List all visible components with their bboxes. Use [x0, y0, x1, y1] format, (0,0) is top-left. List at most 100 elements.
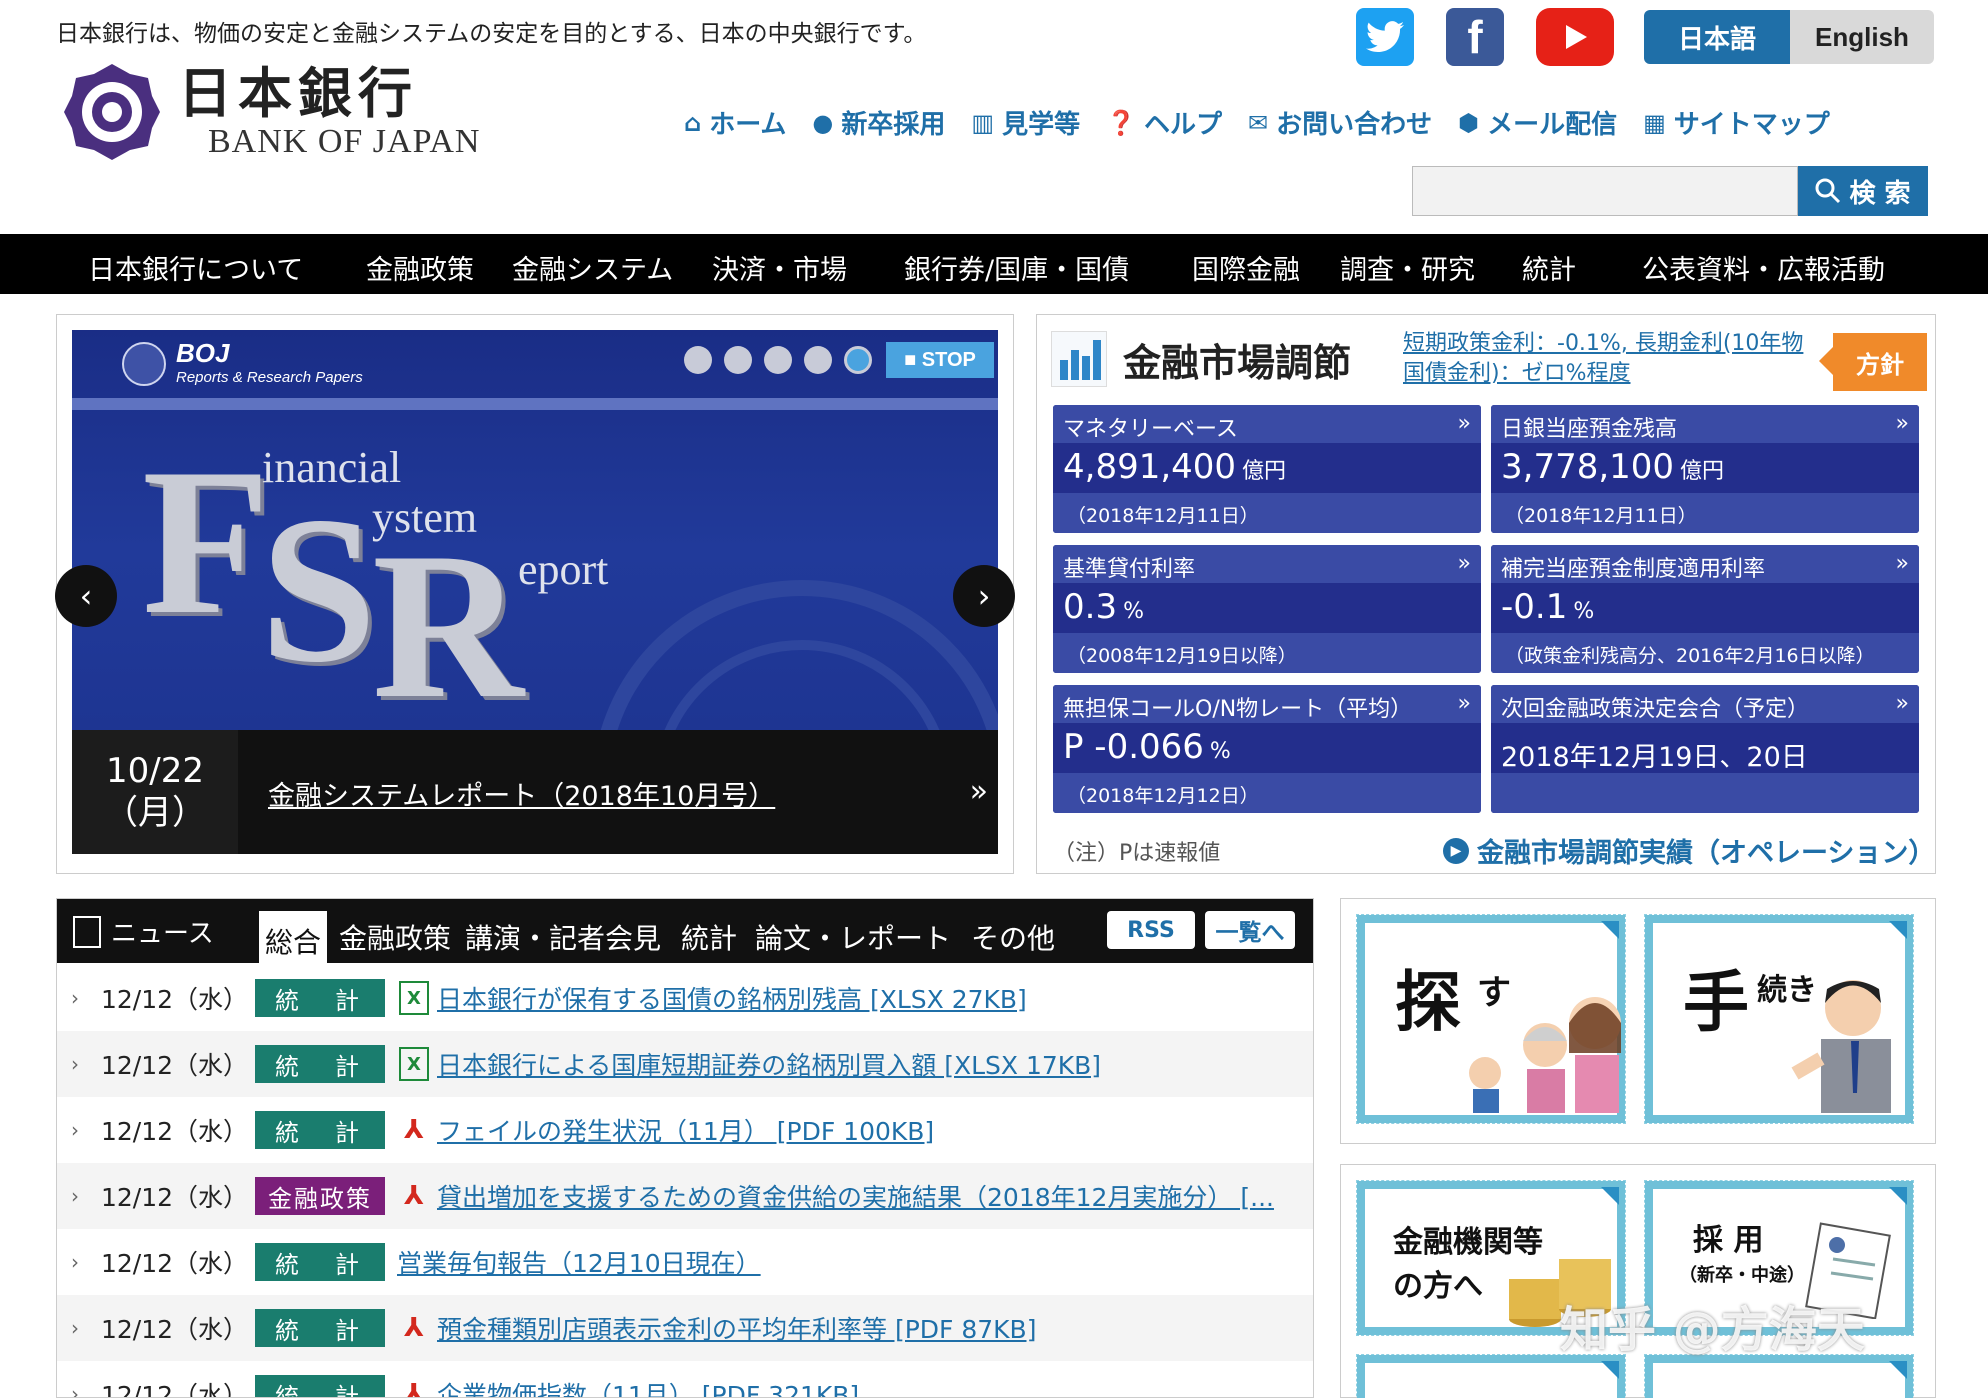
corner-mark: [1889, 1187, 1907, 1205]
util-recruit-link[interactable]: ● 新卒採用: [812, 104, 945, 141]
procedures-promo-card[interactable]: 手 続き: [1644, 914, 1914, 1124]
nav-research[interactable]: 調査・研究: [1340, 248, 1475, 287]
nav-about[interactable]: 日本銀行について: [88, 248, 303, 287]
news-link[interactable]: 企業物価指数（11月） [PDF 321KB]: [437, 1376, 859, 1397]
caption-title-link[interactable]: 金融システムレポート（2018年10月号）: [268, 774, 775, 854]
businessman-illustration-icon: [1791, 980, 1891, 1113]
news-link[interactable]: フェイルの発生状況（11月） [PDF 100KB]: [437, 1112, 934, 1148]
double-chevron-icon: »: [1895, 411, 1909, 436]
carousel-dot-active[interactable]: [844, 346, 872, 374]
news-row[interactable]: › 12/12（水） 統 計 ⅄ 預金種類別店頭表示金利の平均年利率等 [PDF…: [57, 1295, 1313, 1361]
nav-monetary-policy[interactable]: 金融政策: [366, 248, 474, 287]
excel-file-icon: X: [399, 981, 429, 1015]
zhihu-watermark: 知乎 @方海天: [1560, 1302, 1865, 1358]
nav-banknotes-jgb[interactable]: 銀行券/国庫・国債: [904, 248, 1129, 287]
pdf-file-icon: ⅄: [404, 1379, 424, 1398]
facebook-icon[interactable]: f: [1446, 8, 1504, 66]
policy-rate-link[interactable]: 短期政策金利：-0.1%, 長期金利(10年物国債金利)：ゼロ%程度: [1403, 329, 1823, 389]
nav-payment-markets[interactable]: 決済・市場: [712, 248, 847, 287]
double-chevron-icon: »: [1457, 691, 1471, 716]
news-row[interactable]: › 12/12（水） 金融政策 ⅄ 貸出増加を支援するための資金供給の実施結果（…: [57, 1163, 1313, 1229]
search-input[interactable]: [1412, 166, 1798, 216]
youtube-icon[interactable]: [1536, 8, 1614, 66]
news-row[interactable]: › 12/12（水） 統 計 ⅄ 企業物価指数（11月） [PDF 321KB]: [57, 1361, 1313, 1398]
tile-next-meeting[interactable]: 次回金融政策決定会合（予定）» 2018年12月19日、20日: [1491, 685, 1919, 813]
carousel-next-button[interactable]: ›: [953, 565, 1015, 627]
view-all-button[interactable]: 一覧へ: [1205, 911, 1295, 949]
family-illustration-icon: [1469, 997, 1621, 1113]
market-operations-panel: 金融市場調節 短期政策金利：-0.1%, 長期金利(10年物国債金利)：ゼロ%程…: [1036, 314, 1936, 874]
tile-complementary-rate[interactable]: 補完当座預金制度適用利率» -0.1% （政策金利残高分、2016年2月16日以…: [1491, 545, 1919, 673]
news-row[interactable]: › 12/12（水） 統 計 X 日本銀行が保有する国債の銘柄別残高 [XLSX…: [57, 965, 1313, 1031]
nav-financial-system[interactable]: 金融システム: [512, 248, 673, 287]
news-tab-other[interactable]: その他: [967, 913, 1059, 961]
carousel-slide[interactable]: BOJ Reports & Research Papers ■ STOP F i…: [72, 330, 998, 730]
util-mail-delivery-link[interactable]: ⬢ メール配信: [1458, 104, 1617, 141]
market-header: 金融市場調節: [1051, 331, 1351, 387]
news-row[interactable]: › 12/12（水） 統 計 営業毎旬報告（12月10日現在）: [57, 1229, 1313, 1295]
twitter-icon[interactable]: [1356, 8, 1414, 66]
news-link[interactable]: 営業毎旬報告（12月10日現在）: [397, 1244, 761, 1280]
carousel-prev-button[interactable]: ‹: [55, 565, 117, 627]
news-tab-statistics[interactable]: 統計: [677, 913, 741, 961]
chevron-right-icon: ›: [71, 1184, 79, 1208]
chevron-right-icon: ›: [71, 1250, 79, 1274]
promo-card[interactable]: [1356, 1354, 1626, 1398]
util-help-link[interactable]: ❓ ヘルプ: [1106, 104, 1222, 141]
news-row[interactable]: › 12/12（水） 統 計 ⅄ フェイルの発生状況（11月） [PDF 100…: [57, 1097, 1313, 1163]
double-chevron-icon: »: [1457, 551, 1471, 576]
tile-basic-loan-rate[interactable]: 基準貸付利率» 0.3% （2008年12月19日以降）: [1053, 545, 1481, 673]
box-icon: ⬢: [1458, 108, 1480, 137]
boj-logo[interactable]: 日本銀行 BANK OF JAPAN: [60, 60, 480, 164]
slide-letter-r: R: [372, 510, 524, 730]
util-visit-link[interactable]: ▥ 見学等: [971, 104, 1080, 141]
tile-current-account[interactable]: 日銀当座預金残高» 3,778,100 億円 （2018年12月11日）: [1491, 405, 1919, 533]
nav-statistics[interactable]: 統計: [1522, 248, 1576, 287]
slide-stripe: [72, 398, 998, 410]
tile-monetary-base[interactable]: マネタリーベース» 4,891,400 億円 （2018年12月11日）: [1053, 405, 1481, 533]
promo-card[interactable]: [1644, 1354, 1914, 1398]
main-nav: 日本銀行について 金融政策 金融システム 決済・市場 銀行券/国庫・国債 国際金…: [0, 234, 1988, 294]
news-tab-monetary-policy[interactable]: 金融政策: [335, 913, 455, 961]
carousel-stop-button[interactable]: ■ STOP: [886, 342, 994, 378]
help-icon: ❓: [1106, 108, 1136, 137]
promo-box-bottom: 金融機関等 の方へ 採 用 （新卒・中途）: [1340, 1164, 1936, 1398]
operation-results-link[interactable]: ▶ 金融市場調節実績（オペレーション）: [1443, 831, 1935, 870]
corner-mark: [1601, 921, 1619, 939]
news-row[interactable]: › 12/12（水） 統 計 X 日本銀行による国庫短期証券の銘柄別買入額 [X…: [57, 1031, 1313, 1097]
news-tab-bar: ニュース 総合 金融政策 講演・記者会見 統計 論文・レポート その他 RSS …: [57, 899, 1313, 963]
carousel-dot[interactable]: [684, 346, 712, 374]
tile-call-rate[interactable]: 無担保コールO/N物レート（平均）» P -0.066% （2018年12月12…: [1053, 685, 1481, 813]
search-promo-card[interactable]: 探 す: [1356, 914, 1626, 1124]
policy-tag[interactable]: 方針: [1819, 333, 1927, 391]
excel-file-icon: X: [399, 1047, 429, 1081]
carousel-caption[interactable]: 10/22 （月） 金融システムレポート（2018年10月号） »: [72, 730, 998, 854]
news-tab-papers[interactable]: 論文・レポート: [751, 913, 955, 961]
logo-japanese: 日本銀行: [178, 61, 418, 125]
news-tab-speeches[interactable]: 講演・記者会見: [461, 913, 665, 961]
nav-publications[interactable]: 公表資料・広報活動: [1642, 248, 1885, 287]
nav-international[interactable]: 国際金融: [1192, 248, 1300, 287]
util-sitemap-link[interactable]: ▦ サイトマップ: [1643, 104, 1830, 141]
chevron-right-icon: ›: [71, 986, 79, 1010]
news-link[interactable]: 貸出増加を支援するための資金供給の実施結果（2018年12月実施分） [...: [437, 1178, 1274, 1214]
news-link[interactable]: 日本銀行による国庫短期証券の銘柄別買入額 [XLSX 17KB]: [437, 1046, 1101, 1082]
play-icon: ▶: [1443, 837, 1469, 864]
news-link[interactable]: 預金種類別店頭表示金利の平均年利率等 [PDF 87KB]: [437, 1310, 1036, 1346]
search-button[interactable]: 検 索: [1798, 166, 1928, 216]
carousel-dot[interactable]: [724, 346, 752, 374]
util-contact-link[interactable]: ✉ お問い合わせ: [1248, 104, 1432, 141]
rss-button[interactable]: RSS: [1107, 911, 1195, 949]
feature-carousel: BOJ Reports & Research Papers ■ STOP F i…: [55, 314, 1015, 874]
carousel-dots: [684, 346, 872, 374]
carousel-dot[interactable]: [764, 346, 792, 374]
chevron-right-icon: »: [969, 774, 988, 809]
chevron-right-icon: ›: [71, 1382, 79, 1398]
carousel-dot[interactable]: [804, 346, 832, 374]
util-home-link[interactable]: ⌂ ホーム: [684, 104, 786, 141]
person-icon: ●: [812, 108, 834, 137]
news-link[interactable]: 日本銀行が保有する国債の銘柄別残高 [XLSX 27KB]: [437, 980, 1027, 1016]
news-tab-all[interactable]: 総合: [259, 911, 328, 963]
lang-japanese-button[interactable]: 日本語: [1644, 10, 1790, 64]
lang-english-button[interactable]: English: [1790, 10, 1934, 64]
